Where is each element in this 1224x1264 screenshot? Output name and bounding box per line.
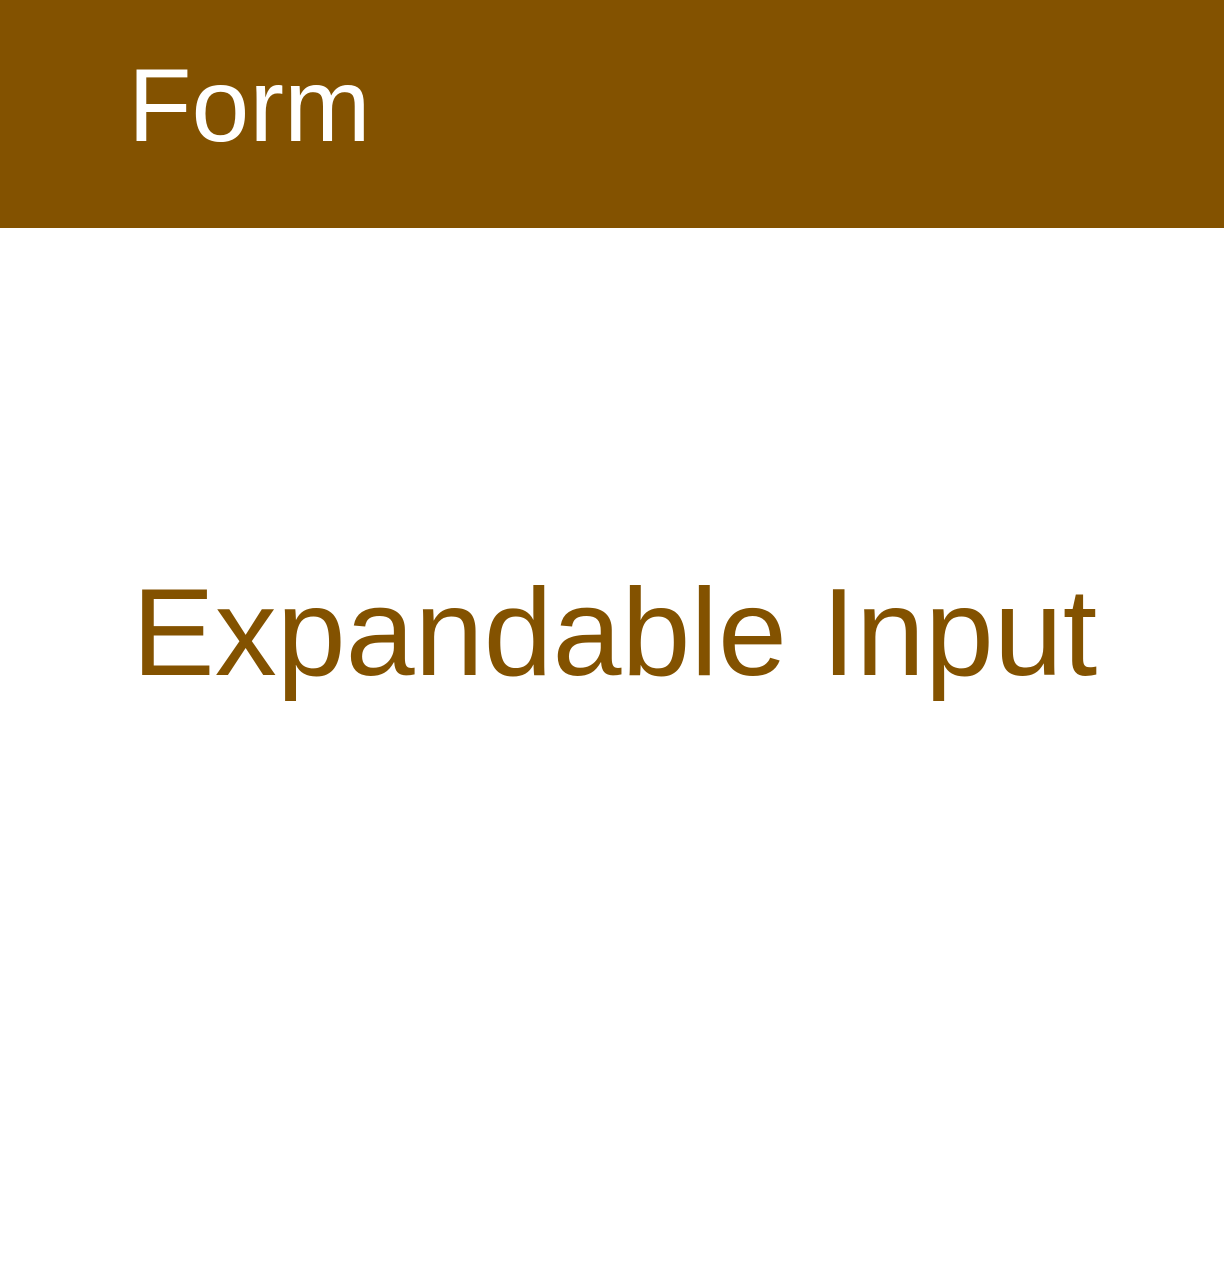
component-title: Expandable Input xyxy=(132,564,1098,702)
header-bar: Form xyxy=(0,0,1224,228)
main-content: Expandable Input xyxy=(0,228,1224,1264)
header-title: Form xyxy=(128,48,371,164)
